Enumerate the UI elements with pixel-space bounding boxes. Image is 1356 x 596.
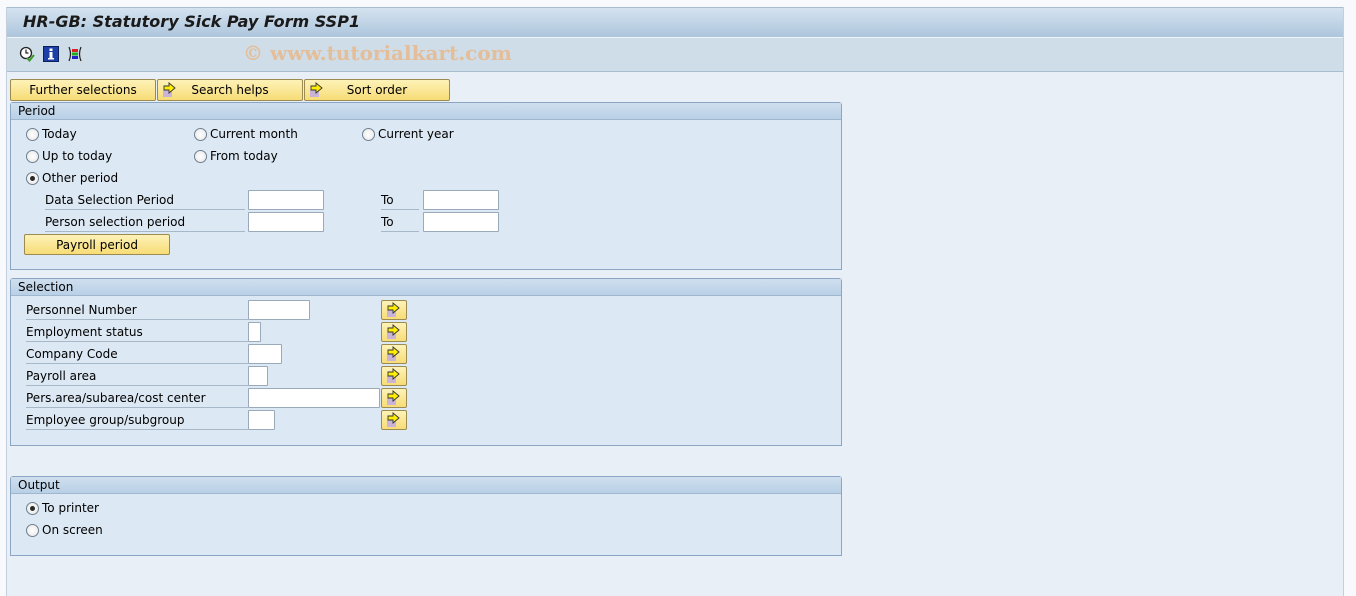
arrow-right-icon (309, 82, 325, 98)
further-selections-button[interactable]: Further selections (10, 79, 156, 101)
period-group: Period Today Current month Current year … (10, 102, 842, 270)
radio-label: Current year (378, 127, 454, 141)
radio-up-to-today[interactable]: Up to today (26, 149, 112, 163)
pers-area-subarea-cost-center-label: Pers.area/subarea/cost center (26, 389, 248, 408)
employment-status-input[interactable] (248, 322, 261, 342)
sort-order-button[interactable]: Sort order (304, 79, 450, 101)
radio-label: Other period (42, 171, 119, 185)
search-helps-button[interactable]: Search helps (157, 79, 303, 101)
radio-label: Today (42, 127, 77, 141)
company-code-label: Company Code (26, 345, 248, 364)
person-selection-period-label: Person selection period (45, 213, 245, 232)
person-selection-from-input[interactable] (248, 212, 324, 232)
radio-current-month[interactable]: Current month (194, 127, 298, 141)
personnel-number-input[interactable] (248, 300, 310, 320)
radio-label: Up to today (42, 149, 113, 163)
application-toolbar: © www.tutorialkart.com (7, 38, 1343, 72)
variants-icon[interactable] (67, 46, 83, 62)
employee-group-multiple-selection-button[interactable] (381, 410, 407, 430)
radio-button-selected[interactable] (26, 171, 39, 185)
radio-from-today[interactable]: From today (194, 149, 278, 163)
radio-button[interactable] (26, 149, 39, 163)
radio-label: To printer (42, 501, 99, 515)
output-group: Output To printer On screen (10, 476, 842, 556)
information-icon[interactable] (43, 46, 59, 62)
arrow-right-icon (387, 346, 400, 361)
execute-icon[interactable] (19, 46, 35, 62)
personnel-number-label: Personnel Number (26, 301, 248, 320)
arrow-right-icon (162, 82, 178, 98)
sap-window: HR-GB: Statutory Sick Pay Form SSP1 © ww… (6, 7, 1344, 596)
data-selection-to-input[interactable] (423, 190, 499, 210)
personnel-number-multiple-selection-button[interactable] (381, 300, 407, 320)
arrow-right-icon (387, 324, 400, 339)
to-label: To (381, 191, 419, 210)
radio-on-screen[interactable]: On screen (26, 523, 103, 537)
output-group-title: Output (11, 477, 841, 494)
radio-current-year[interactable]: Current year (362, 127, 454, 141)
radio-button[interactable] (194, 149, 207, 163)
arrow-right-icon (387, 412, 400, 427)
radio-to-printer[interactable]: To printer (26, 501, 99, 515)
person-selection-to-input[interactable] (423, 212, 499, 232)
data-selection-period-label: Data Selection Period (45, 191, 245, 210)
radio-other-period[interactable]: Other period (26, 171, 118, 185)
employee-group-subgroup-label: Employee group/subgroup (26, 411, 248, 430)
radio-label: On screen (42, 523, 103, 537)
selection-group: Selection Personnel Number Employment st… (10, 278, 842, 446)
radio-button-selected[interactable] (26, 501, 39, 515)
payroll-area-multiple-selection-button[interactable] (381, 366, 407, 386)
search-helps-label: Search helps (191, 83, 269, 97)
radio-button[interactable] (26, 523, 39, 537)
employment-status-label: Employment status (26, 323, 248, 342)
company-code-multiple-selection-button[interactable] (381, 344, 407, 364)
radio-button[interactable] (194, 127, 207, 141)
pers-area-multiple-selection-button[interactable] (381, 388, 407, 408)
page-title: HR-GB: Statutory Sick Pay Form SSP1 (23, 12, 361, 31)
arrow-right-icon (387, 368, 400, 383)
payroll-area-label: Payroll area (26, 367, 248, 386)
employment-status-multiple-selection-button[interactable] (381, 322, 407, 342)
radio-button[interactable] (362, 127, 375, 141)
radio-today[interactable]: Today (26, 127, 77, 141)
to-label: To (381, 213, 419, 232)
employee-group-subgroup-input[interactable] (248, 410, 275, 430)
title-bar: HR-GB: Statutory Sick Pay Form SSP1 (7, 7, 1343, 38)
arrow-right-icon (387, 390, 400, 405)
watermark: © www.tutorialkart.com (243, 41, 512, 65)
arrow-right-icon (387, 302, 400, 317)
payroll-area-input[interactable] (248, 366, 268, 386)
selection-group-title: Selection (11, 279, 841, 296)
period-group-title: Period (11, 103, 841, 120)
radio-button[interactable] (26, 127, 39, 141)
pers-area-subarea-cost-center-input[interactable] (248, 388, 380, 408)
radio-label: Current month (210, 127, 298, 141)
radio-label: From today (210, 149, 278, 163)
payroll-period-label: Payroll period (56, 237, 138, 252)
data-selection-from-input[interactable] (248, 190, 324, 210)
payroll-period-button[interactable]: Payroll period (24, 234, 170, 255)
company-code-input[interactable] (248, 344, 282, 364)
sort-order-label: Sort order (346, 83, 408, 97)
further-selections-label: Further selections (29, 83, 137, 97)
